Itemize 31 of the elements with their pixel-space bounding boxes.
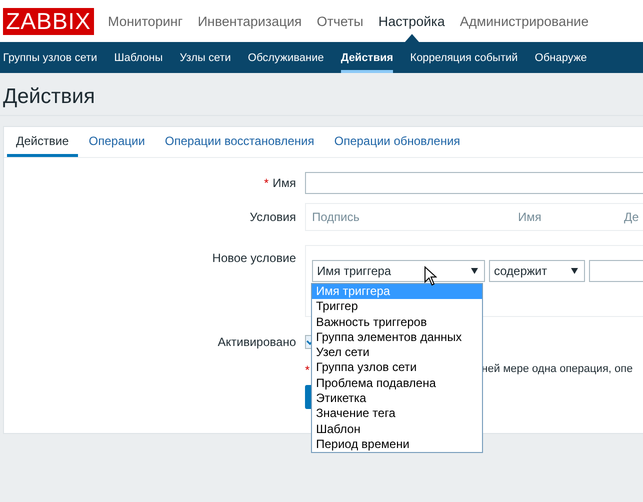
new-condition-label: Новое условие — [211, 250, 296, 265]
column-header: Де — [623, 210, 640, 224]
sub-menu-item[interactable]: Корреляция событий — [410, 42, 518, 73]
main-menu-item[interactable]: Мониторинг — [108, 14, 183, 28]
tab[interactable]: Операции восстановления — [156, 127, 324, 157]
sub-menu-item[interactable]: Обслуживание — [248, 42, 324, 73]
sub-menu-item[interactable]: Узлы сети — [180, 42, 231, 73]
sub-menu-item[interactable]: Обнаруже — [534, 42, 587, 73]
operator-select[interactable]: содержит — [489, 260, 585, 282]
enabled-label: Активировано — [216, 335, 296, 349]
sub-menu-item[interactable]: Шаблоны — [114, 42, 163, 73]
column-header: Подпись — [311, 210, 360, 224]
name-label: * Имя — [262, 176, 296, 190]
tab[interactable]: Операции — [80, 127, 154, 157]
sub-menu-item[interactable]: Группы узлов сети — [3, 42, 98, 73]
main-menu-item[interactable]: Инвентаризация — [198, 14, 302, 28]
main-menu-item[interactable]: Настройка — [378, 14, 445, 28]
condition-type-select[interactable]: Имя триггера — [312, 260, 485, 282]
name-input-field[interactable] — [305, 172, 643, 194]
required-mark: * — [305, 363, 310, 377]
tab[interactable]: Операции обновления — [325, 127, 470, 157]
column-header: Имя — [517, 210, 542, 224]
tab[interactable]: Действие — [7, 127, 78, 157]
caret-icon — [571, 268, 578, 274]
sub-menu-item[interactable]: Действия — [340, 42, 394, 73]
main-menu-item[interactable]: Отчеты — [316, 14, 364, 28]
caret-icon — [471, 268, 478, 274]
main-menu-item[interactable]: Администрирование — [460, 14, 589, 28]
zabbix-logo[interactable]: ZABBIX — [3, 8, 94, 34]
conditions-label: Условия — [248, 210, 296, 224]
page-title: Действия — [0, 73, 643, 116]
